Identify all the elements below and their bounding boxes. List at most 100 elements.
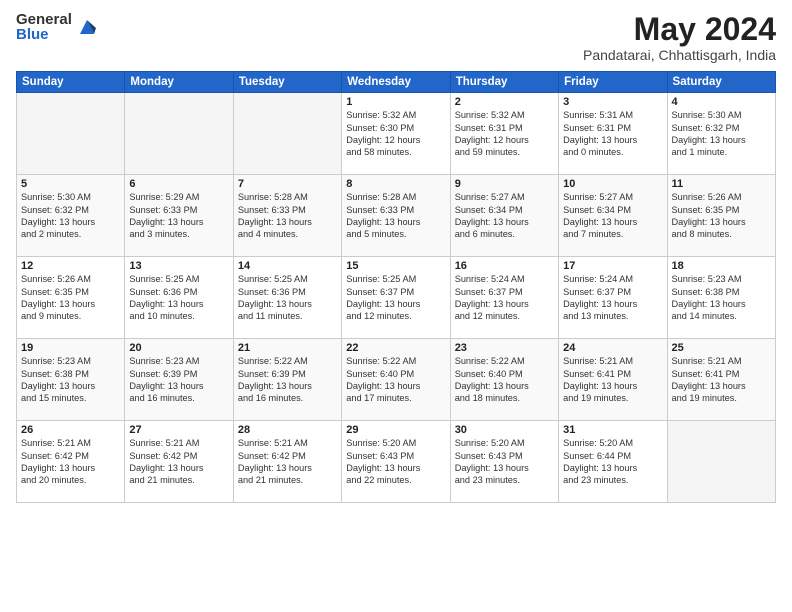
day-number: 17 bbox=[563, 260, 662, 272]
day-info: Sunrise: 5:21 AM Sunset: 6:42 PM Dayligh… bbox=[129, 437, 228, 487]
calendar-cell-w3-d4: 16Sunrise: 5:24 AM Sunset: 6:37 PM Dayli… bbox=[450, 257, 558, 339]
day-info: Sunrise: 5:26 AM Sunset: 6:35 PM Dayligh… bbox=[672, 191, 771, 241]
calendar-week-5: 26Sunrise: 5:21 AM Sunset: 6:42 PM Dayli… bbox=[17, 421, 776, 503]
calendar-cell-w1-d0 bbox=[17, 93, 125, 175]
day-info: Sunrise: 5:30 AM Sunset: 6:32 PM Dayligh… bbox=[672, 109, 771, 159]
day-number: 13 bbox=[129, 260, 228, 272]
calendar-cell-w2-d2: 7Sunrise: 5:28 AM Sunset: 6:33 PM Daylig… bbox=[233, 175, 341, 257]
calendar-week-1: 1Sunrise: 5:32 AM Sunset: 6:30 PM Daylig… bbox=[17, 93, 776, 175]
day-info: Sunrise: 5:22 AM Sunset: 6:39 PM Dayligh… bbox=[238, 355, 337, 405]
calendar-cell-w4-d3: 22Sunrise: 5:22 AM Sunset: 6:40 PM Dayli… bbox=[342, 339, 450, 421]
calendar-cell-w3-d3: 15Sunrise: 5:25 AM Sunset: 6:37 PM Dayli… bbox=[342, 257, 450, 339]
day-number: 25 bbox=[672, 342, 771, 354]
col-tuesday: Tuesday bbox=[233, 72, 341, 93]
calendar-cell-w1-d2 bbox=[233, 93, 341, 175]
day-info: Sunrise: 5:29 AM Sunset: 6:33 PM Dayligh… bbox=[129, 191, 228, 241]
day-info: Sunrise: 5:32 AM Sunset: 6:31 PM Dayligh… bbox=[455, 109, 554, 159]
day-info: Sunrise: 5:21 AM Sunset: 6:42 PM Dayligh… bbox=[238, 437, 337, 487]
day-number: 22 bbox=[346, 342, 445, 354]
day-info: Sunrise: 5:26 AM Sunset: 6:35 PM Dayligh… bbox=[21, 273, 120, 323]
day-info: Sunrise: 5:25 AM Sunset: 6:36 PM Dayligh… bbox=[129, 273, 228, 323]
calendar-cell-w2-d1: 6Sunrise: 5:29 AM Sunset: 6:33 PM Daylig… bbox=[125, 175, 233, 257]
calendar-cell-w2-d5: 10Sunrise: 5:27 AM Sunset: 6:34 PM Dayli… bbox=[559, 175, 667, 257]
day-number: 26 bbox=[21, 424, 120, 436]
day-number: 15 bbox=[346, 260, 445, 272]
day-number: 7 bbox=[238, 178, 337, 190]
calendar-cell-w3-d0: 12Sunrise: 5:26 AM Sunset: 6:35 PM Dayli… bbox=[17, 257, 125, 339]
logo: General Blue bbox=[16, 12, 98, 42]
day-number: 2 bbox=[455, 96, 554, 108]
day-info: Sunrise: 5:32 AM Sunset: 6:30 PM Dayligh… bbox=[346, 109, 445, 159]
day-number: 30 bbox=[455, 424, 554, 436]
day-number: 14 bbox=[238, 260, 337, 272]
logo-icon bbox=[76, 16, 98, 38]
calendar-cell-w1-d3: 1Sunrise: 5:32 AM Sunset: 6:30 PM Daylig… bbox=[342, 93, 450, 175]
day-number: 29 bbox=[346, 424, 445, 436]
day-number: 11 bbox=[672, 178, 771, 190]
day-number: 31 bbox=[563, 424, 662, 436]
calendar-cell-w2-d3: 8Sunrise: 5:28 AM Sunset: 6:33 PM Daylig… bbox=[342, 175, 450, 257]
day-info: Sunrise: 5:23 AM Sunset: 6:38 PM Dayligh… bbox=[21, 355, 120, 405]
day-info: Sunrise: 5:20 AM Sunset: 6:43 PM Dayligh… bbox=[455, 437, 554, 487]
calendar-cell-w3-d1: 13Sunrise: 5:25 AM Sunset: 6:36 PM Dayli… bbox=[125, 257, 233, 339]
calendar-header-row: Sunday Monday Tuesday Wednesday Thursday… bbox=[17, 72, 776, 93]
day-number: 20 bbox=[129, 342, 228, 354]
day-number: 4 bbox=[672, 96, 771, 108]
calendar-table: Sunday Monday Tuesday Wednesday Thursday… bbox=[16, 71, 776, 503]
col-friday: Friday bbox=[559, 72, 667, 93]
day-info: Sunrise: 5:21 AM Sunset: 6:42 PM Dayligh… bbox=[21, 437, 120, 487]
calendar-week-2: 5Sunrise: 5:30 AM Sunset: 6:32 PM Daylig… bbox=[17, 175, 776, 257]
logo-text: General Blue bbox=[16, 12, 72, 42]
col-monday: Monday bbox=[125, 72, 233, 93]
calendar-cell-w5-d1: 27Sunrise: 5:21 AM Sunset: 6:42 PM Dayli… bbox=[125, 421, 233, 503]
logo-blue: Blue bbox=[16, 27, 72, 42]
day-number: 19 bbox=[21, 342, 120, 354]
calendar-cell-w3-d2: 14Sunrise: 5:25 AM Sunset: 6:36 PM Dayli… bbox=[233, 257, 341, 339]
day-number: 8 bbox=[346, 178, 445, 190]
calendar-cell-w1-d1 bbox=[125, 93, 233, 175]
day-info: Sunrise: 5:24 AM Sunset: 6:37 PM Dayligh… bbox=[563, 273, 662, 323]
calendar-cell-w5-d4: 30Sunrise: 5:20 AM Sunset: 6:43 PM Dayli… bbox=[450, 421, 558, 503]
calendar-cell-w4-d6: 25Sunrise: 5:21 AM Sunset: 6:41 PM Dayli… bbox=[667, 339, 775, 421]
day-info: Sunrise: 5:21 AM Sunset: 6:41 PM Dayligh… bbox=[563, 355, 662, 405]
calendar-cell-w2-d0: 5Sunrise: 5:30 AM Sunset: 6:32 PM Daylig… bbox=[17, 175, 125, 257]
calendar-cell-w1-d6: 4Sunrise: 5:30 AM Sunset: 6:32 PM Daylig… bbox=[667, 93, 775, 175]
day-info: Sunrise: 5:22 AM Sunset: 6:40 PM Dayligh… bbox=[455, 355, 554, 405]
day-number: 28 bbox=[238, 424, 337, 436]
calendar-cell-w5-d0: 26Sunrise: 5:21 AM Sunset: 6:42 PM Dayli… bbox=[17, 421, 125, 503]
title-block: May 2024 Pandatarai, Chhattisgarh, India bbox=[583, 12, 776, 63]
day-number: 3 bbox=[563, 96, 662, 108]
day-info: Sunrise: 5:20 AM Sunset: 6:43 PM Dayligh… bbox=[346, 437, 445, 487]
page-header: General Blue May 2024 Pandatarai, Chhatt… bbox=[16, 12, 776, 63]
day-info: Sunrise: 5:20 AM Sunset: 6:44 PM Dayligh… bbox=[563, 437, 662, 487]
day-number: 6 bbox=[129, 178, 228, 190]
day-info: Sunrise: 5:28 AM Sunset: 6:33 PM Dayligh… bbox=[238, 191, 337, 241]
day-info: Sunrise: 5:23 AM Sunset: 6:39 PM Dayligh… bbox=[129, 355, 228, 405]
calendar-cell-w4-d2: 21Sunrise: 5:22 AM Sunset: 6:39 PM Dayli… bbox=[233, 339, 341, 421]
day-number: 23 bbox=[455, 342, 554, 354]
day-info: Sunrise: 5:27 AM Sunset: 6:34 PM Dayligh… bbox=[563, 191, 662, 241]
calendar-cell-w5-d6 bbox=[667, 421, 775, 503]
calendar-cell-w3-d6: 18Sunrise: 5:23 AM Sunset: 6:38 PM Dayli… bbox=[667, 257, 775, 339]
calendar-cell-w1-d5: 3Sunrise: 5:31 AM Sunset: 6:31 PM Daylig… bbox=[559, 93, 667, 175]
page-container: General Blue May 2024 Pandatarai, Chhatt… bbox=[0, 0, 792, 612]
day-number: 27 bbox=[129, 424, 228, 436]
day-number: 1 bbox=[346, 96, 445, 108]
day-number: 9 bbox=[455, 178, 554, 190]
day-number: 10 bbox=[563, 178, 662, 190]
day-info: Sunrise: 5:27 AM Sunset: 6:34 PM Dayligh… bbox=[455, 191, 554, 241]
day-info: Sunrise: 5:24 AM Sunset: 6:37 PM Dayligh… bbox=[455, 273, 554, 323]
calendar-week-3: 12Sunrise: 5:26 AM Sunset: 6:35 PM Dayli… bbox=[17, 257, 776, 339]
day-number: 18 bbox=[672, 260, 771, 272]
col-sunday: Sunday bbox=[17, 72, 125, 93]
day-info: Sunrise: 5:31 AM Sunset: 6:31 PM Dayligh… bbox=[563, 109, 662, 159]
calendar-cell-w2-d6: 11Sunrise: 5:26 AM Sunset: 6:35 PM Dayli… bbox=[667, 175, 775, 257]
calendar-cell-w5-d2: 28Sunrise: 5:21 AM Sunset: 6:42 PM Dayli… bbox=[233, 421, 341, 503]
calendar-cell-w2-d4: 9Sunrise: 5:27 AM Sunset: 6:34 PM Daylig… bbox=[450, 175, 558, 257]
day-info: Sunrise: 5:22 AM Sunset: 6:40 PM Dayligh… bbox=[346, 355, 445, 405]
logo-general: General bbox=[16, 12, 72, 27]
calendar-cell-w5-d3: 29Sunrise: 5:20 AM Sunset: 6:43 PM Dayli… bbox=[342, 421, 450, 503]
month-year-title: May 2024 bbox=[583, 12, 776, 47]
location-subtitle: Pandatarai, Chhattisgarh, India bbox=[583, 47, 776, 63]
day-info: Sunrise: 5:25 AM Sunset: 6:37 PM Dayligh… bbox=[346, 273, 445, 323]
